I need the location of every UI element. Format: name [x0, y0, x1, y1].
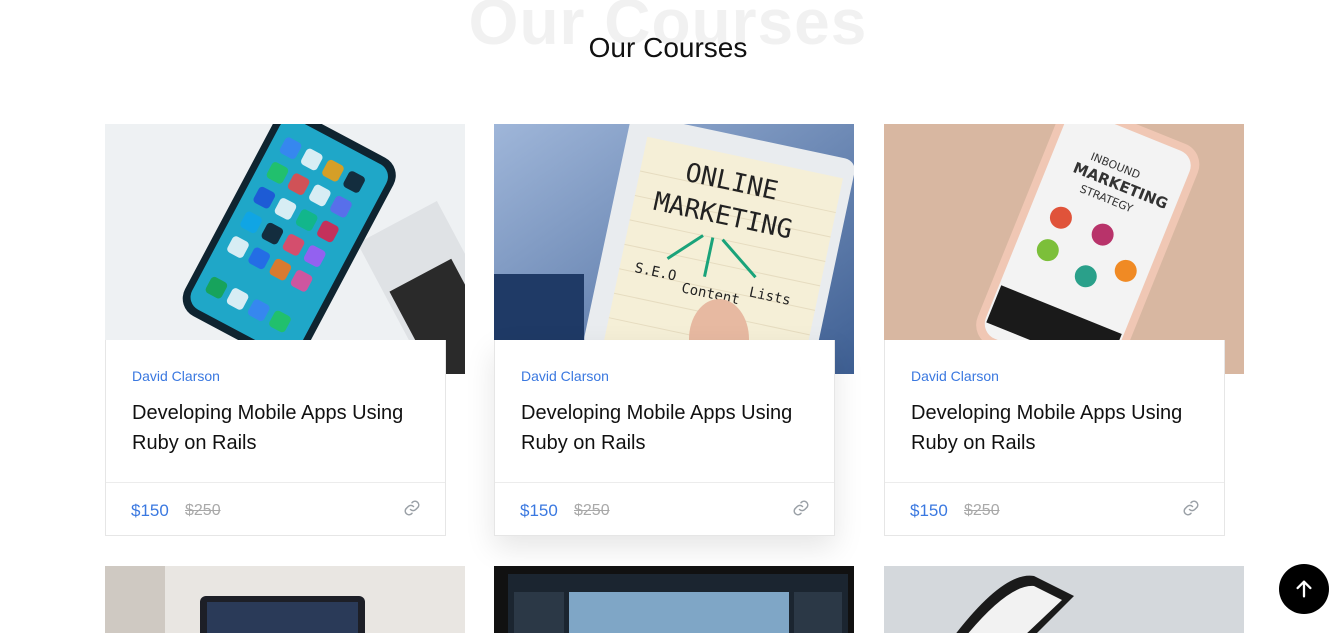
- arrow-up-icon: [1296, 580, 1312, 598]
- course-card-footer: $150 $250: [106, 482, 445, 536]
- course-author[interactable]: David Clarson: [132, 368, 220, 384]
- back-to-top-button[interactable]: [1279, 564, 1329, 614]
- course-card-body: David Clarson Developing Mobile Apps Usi…: [494, 340, 835, 536]
- course-image[interactable]: [105, 566, 465, 633]
- inbound-marketing-phone-image: INBOUND MARKETING STRATEGY: [884, 124, 1244, 374]
- course-old-price: $250: [185, 502, 221, 519]
- course-image[interactable]: [494, 566, 854, 633]
- course-card-footer: $150 $250: [885, 482, 1224, 536]
- course-image[interactable]: [105, 124, 465, 374]
- course-price: $150: [131, 501, 169, 520]
- course-author[interactable]: David Clarson: [911, 368, 999, 384]
- course-image[interactable]: INBOUND MARKETING STRATEGY: [884, 124, 1244, 374]
- course-card-body: David Clarson Developing Mobile Apps Usi…: [884, 340, 1225, 536]
- laptop-image: [105, 566, 465, 633]
- course-price: $150: [520, 501, 558, 520]
- course-old-price: $250: [574, 502, 610, 519]
- phone-with-apps-image: [105, 124, 465, 374]
- online-marketing-tablet-image: ONLINE MARKETING S.E.O Content Lists: [494, 124, 854, 374]
- link-icon[interactable]: [1182, 499, 1200, 517]
- course-image[interactable]: [884, 566, 1244, 633]
- course-old-price: $250: [964, 502, 1000, 519]
- course-title[interactable]: Developing Mobile Apps Using Ruby on Rai…: [521, 398, 821, 458]
- course-title[interactable]: Developing Mobile Apps Using Ruby on Rai…: [132, 398, 432, 458]
- link-icon[interactable]: [792, 499, 810, 517]
- page: Our Courses Our Courses David Clarson De…: [0, 0, 1336, 633]
- course-title[interactable]: Developing Mobile Apps Using Ruby on Rai…: [911, 398, 1211, 458]
- monitor-image: [494, 566, 854, 633]
- course-author[interactable]: David Clarson: [521, 368, 609, 384]
- link-icon[interactable]: [403, 499, 421, 517]
- course-card-footer: $150 $250: [495, 482, 834, 536]
- phone-image: [884, 566, 1244, 633]
- course-price: $150: [910, 501, 948, 520]
- course-card-body: David Clarson Developing Mobile Apps Usi…: [105, 340, 446, 536]
- course-image[interactable]: ONLINE MARKETING S.E.O Content Lists: [494, 124, 854, 374]
- section-title: Our Courses: [588, 32, 748, 63]
